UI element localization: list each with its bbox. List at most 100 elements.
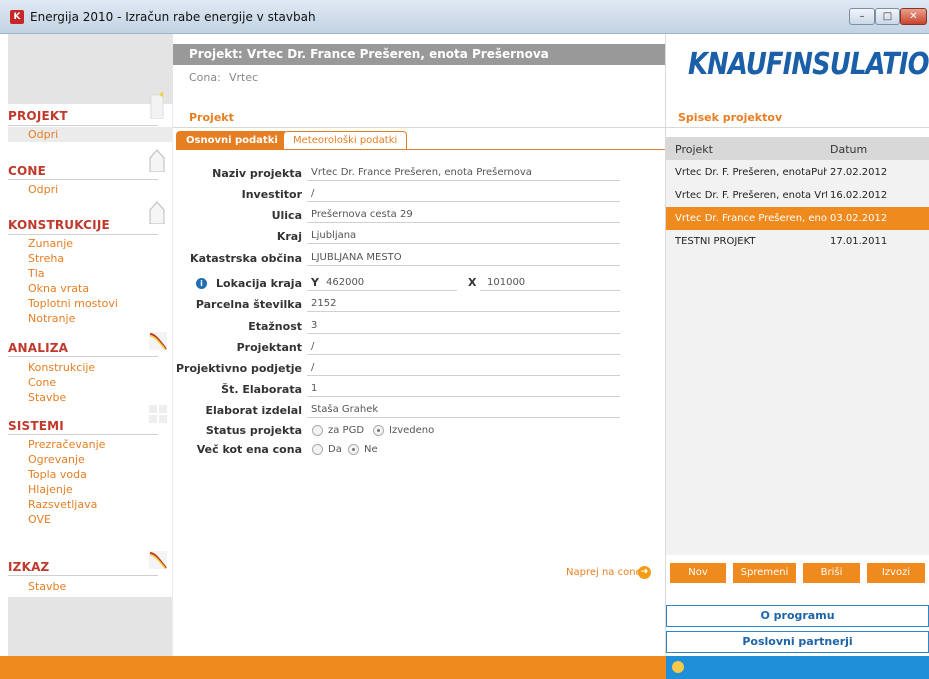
sidebar-item-prezracevanje[interactable]: Prezračevanje xyxy=(28,438,105,451)
x-coordinate-field[interactable]: 101000 xyxy=(487,277,525,288)
vec-cona-ne-radio[interactable] xyxy=(348,444,359,455)
edit-project-button[interactable]: Spremeni xyxy=(733,563,796,583)
sidebar-item-zunanje[interactable]: Zunanje xyxy=(28,237,73,250)
status-za-pgd-radio[interactable] xyxy=(312,425,323,436)
lokacija-kraja-label: Lokacija kraja xyxy=(216,277,302,290)
sidebar-item-analiza-konstrukcije[interactable]: Konstrukcije xyxy=(28,361,95,374)
y-coordinate-field[interactable]: 462000 xyxy=(326,277,364,288)
sidebar-item-analiza-cone[interactable]: Cone xyxy=(28,376,56,389)
sidebar-item-razsvetljava[interactable]: Razsvetljava xyxy=(28,498,97,511)
status-izvedeno-radio[interactable] xyxy=(373,425,384,436)
section-divider xyxy=(8,575,158,576)
maximize-button[interactable]: □ xyxy=(875,8,900,25)
info-icon[interactable]: i xyxy=(196,278,207,289)
kraj-field[interactable]: Ljubljana xyxy=(311,230,356,241)
section-cone[interactable]: CONE xyxy=(8,164,46,178)
section-divider xyxy=(8,356,158,357)
project-title: Projekt: Vrtec Dr. France Prešeren, enot… xyxy=(189,47,549,61)
project-header: Projekt: Vrtec Dr. France Prešeren, enot… xyxy=(173,34,665,104)
delete-project-button[interactable]: Briši xyxy=(803,563,860,583)
section-izkaz[interactable]: IZKAZ xyxy=(8,560,49,574)
arrow-right-icon[interactable]: ➜ xyxy=(638,566,651,579)
sidebar-item-topla-voda[interactable]: Topla voda xyxy=(28,468,87,481)
table-cell-projekt: Vrtec Dr. F. Prešeren, enota Vrtač xyxy=(675,190,827,201)
new-project-button[interactable]: Nov xyxy=(670,563,726,583)
section-projekt[interactable]: PROJEKT xyxy=(8,109,68,123)
table-row[interactable]: TESTNI PROJEKT 17.01.2011 xyxy=(666,230,929,253)
minimize-button[interactable]: – xyxy=(849,8,875,25)
column-header-projekt[interactable]: Projekt xyxy=(675,143,713,156)
status-bar-left xyxy=(0,656,666,679)
home-icon[interactable] xyxy=(672,661,684,673)
vec-cona-da-radio[interactable] xyxy=(312,444,323,455)
project-list-title: Spisek projektov xyxy=(678,111,783,124)
cona-label: Cona: xyxy=(189,71,221,84)
sidebar-item-ove[interactable]: OVE xyxy=(28,513,51,526)
section-title: Projekt xyxy=(189,111,234,124)
knauf-insulation-logo: KNAUFINSULATION xyxy=(688,47,929,82)
sidebar-item-notranje[interactable]: Notranje xyxy=(28,312,75,325)
section-divider xyxy=(173,127,665,128)
ulica-field[interactable]: Prešernova cesta 29 xyxy=(311,209,413,220)
elaborat-izdelal-label: Elaborat izdelal xyxy=(205,404,302,417)
curve-chart-icon xyxy=(149,551,167,569)
investitor-label: Investitor xyxy=(241,188,302,201)
section-analiza[interactable]: ANALIZA xyxy=(8,341,68,355)
about-button[interactable]: O programu xyxy=(666,605,929,627)
table-row[interactable]: Vrtec Dr. F. Prešeren, enotaPuhar 27.02.… xyxy=(666,161,929,184)
field-underline xyxy=(307,222,620,223)
tab-osnovni-podatki[interactable]: Osnovni podatki xyxy=(176,131,288,149)
sidebar-item-izkaz-stavbe[interactable]: Stavbe xyxy=(28,580,66,593)
section-konstrukcije[interactable]: KONSTRUKCIJE xyxy=(8,218,110,232)
sidebar-item-streha[interactable]: Streha xyxy=(28,252,64,265)
curve-chart-icon xyxy=(149,332,167,350)
naziv-projekta-field[interactable]: Vrtec Dr. France Prešeren, enota Prešern… xyxy=(311,167,532,178)
sidebar-bottom-panel xyxy=(8,597,173,656)
sidebar-item-okna-vrata[interactable]: Okna vrata xyxy=(28,282,89,295)
parcelna-stevilka-label: Parcelna številka xyxy=(195,298,302,311)
field-underline xyxy=(307,333,620,334)
grid-icon xyxy=(149,405,167,423)
naziv-projekta-label: Naziv projekta xyxy=(212,167,302,180)
table-row-selected[interactable]: Vrtec Dr. France Prešeren, enota 03.02.2… xyxy=(666,207,929,230)
partners-button[interactable]: Poslovni partnerji xyxy=(666,631,929,653)
column-header-datum[interactable]: Datum xyxy=(830,143,867,156)
tab-meteoroloski-podatki[interactable]: Meteorološki podatki xyxy=(283,131,408,149)
table-cell-datum: 27.02.2012 xyxy=(830,167,888,178)
sidebar-item-projekt-odpri[interactable]: Odpri xyxy=(28,128,58,141)
table-cell-projekt: TESTNI PROJEKT xyxy=(675,236,756,247)
investitor-field[interactable]: / xyxy=(311,188,314,199)
table-cell-projekt: Vrtec Dr. France Prešeren, enota xyxy=(675,213,827,224)
sidebar-item-toplotni-mostovi[interactable]: Toplotni mostovi xyxy=(28,297,118,310)
sidebar-item-analiza-stavbe[interactable]: Stavbe xyxy=(28,391,66,404)
section-sistemi[interactable]: SISTEMI xyxy=(8,419,64,433)
projektant-label: Projektant xyxy=(236,341,302,354)
ulica-label: Ulica xyxy=(271,209,302,222)
section-divider xyxy=(8,179,158,180)
next-to-zones-link[interactable]: Naprej na cone xyxy=(566,567,642,578)
sidebar-item-cone-odpri[interactable]: Odpri xyxy=(28,183,58,196)
st-elaborata-field[interactable]: 1 xyxy=(311,383,317,394)
status-bar-right xyxy=(666,656,929,679)
close-button[interactable]: ✕ xyxy=(900,8,927,25)
projektant-field[interactable]: / xyxy=(311,341,314,352)
x-coordinate-label: X xyxy=(468,276,477,289)
table-row[interactable]: Vrtec Dr. F. Prešeren, enota Vrtač 16.02… xyxy=(666,184,929,207)
y-coordinate-label: Y xyxy=(311,276,319,289)
projektivno-podjetje-field[interactable]: / xyxy=(311,362,314,373)
sidebar-item-tla[interactable]: Tla xyxy=(28,267,45,280)
katastrska-obcina-label: Katastrska občina xyxy=(190,252,302,265)
sidebar-item-ogrevanje[interactable]: Ogrevanje xyxy=(28,453,85,466)
export-project-button[interactable]: Izvozi xyxy=(867,563,925,583)
sidebar-item-hlajenje[interactable]: Hlajenje xyxy=(28,483,73,496)
katastrska-obcina-field[interactable]: LJUBLJANA MESTO xyxy=(311,252,402,263)
status-projekta-label: Status projekta xyxy=(205,424,302,437)
elaborat-izdelal-field[interactable]: Staša Grahek xyxy=(311,404,378,415)
field-underline xyxy=(307,311,620,312)
logo-text-rest: INSULATION xyxy=(782,47,929,82)
kraj-label: Kraj xyxy=(276,230,302,243)
field-underline xyxy=(307,290,457,291)
etaznost-field[interactable]: 3 xyxy=(311,320,317,331)
section-divider xyxy=(8,125,158,126)
parcelna-stevilka-field[interactable]: 2152 xyxy=(311,298,336,309)
